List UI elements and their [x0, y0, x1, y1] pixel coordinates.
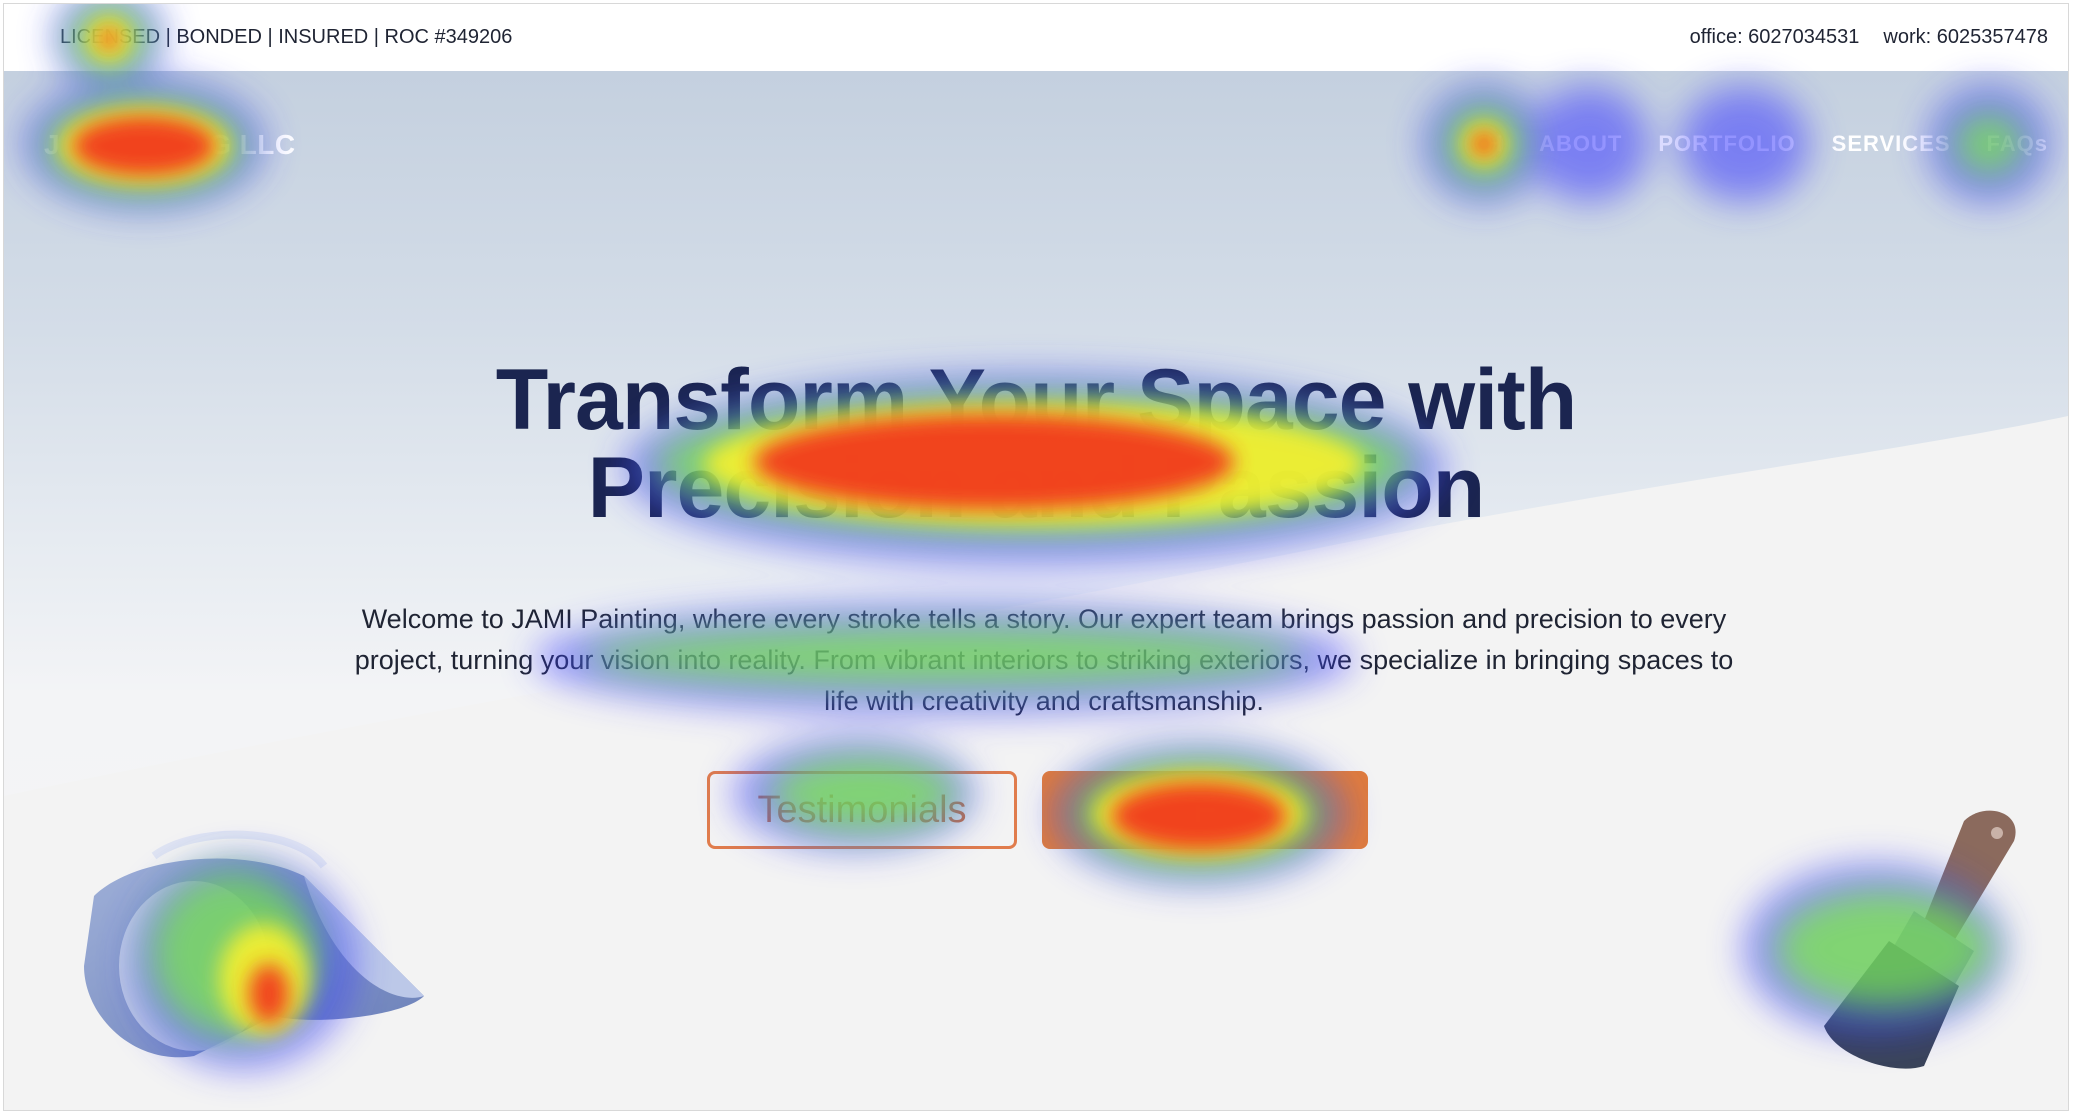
page-frame: LICENSED | BONDED | INSURED | ROC #34920… — [3, 3, 2069, 1111]
headline-line-2: Precision and Passion — [587, 440, 1486, 536]
credentials-text: LICENSED | BONDED | INSURED | ROC #34920… — [60, 26, 513, 48]
paint-brush-icon — [1824, 810, 2016, 1069]
contact-phones: office: 6027034531 work: 6025357478 — [1690, 26, 2048, 49]
hero-section: J G LLC H ABOUT PORTFOLIO SERVICES FAQs … — [4, 71, 2068, 1110]
paint-bucket-icon — [84, 830, 424, 1058]
nav-about[interactable]: ABOUT — [1539, 131, 1622, 157]
nav-services[interactable]: SERVICES — [1832, 131, 1951, 157]
nav-portfolio[interactable]: PORTFOLIO — [1658, 131, 1795, 157]
primary-cta-button[interactable]: F — [1042, 771, 1368, 849]
office-phone-link[interactable]: office: 6027034531 — [1690, 26, 1860, 49]
headline-line-1: Transform Your Space with — [495, 352, 1578, 448]
main-nav: H ABOUT PORTFOLIO SERVICES FAQs — [1486, 131, 2048, 157]
nav-home[interactable]: H — [1486, 131, 1503, 157]
testimonials-button[interactable]: Testimonials — [707, 771, 1017, 849]
brand-logo[interactable]: J G LLC — [44, 129, 296, 161]
hero-intro-text: Welcome to JAMI Painting, where every st… — [354, 604, 1734, 716]
nav-faqs[interactable]: FAQs — [1987, 131, 2048, 157]
work-phone-link[interactable]: work: 6025357478 — [1883, 26, 2048, 49]
top-info-bar: LICENSED | BONDED | INSURED | ROC #34920… — [4, 4, 2068, 71]
hero-headline: Transform Your Space with Precision and … — [4, 356, 2068, 532]
